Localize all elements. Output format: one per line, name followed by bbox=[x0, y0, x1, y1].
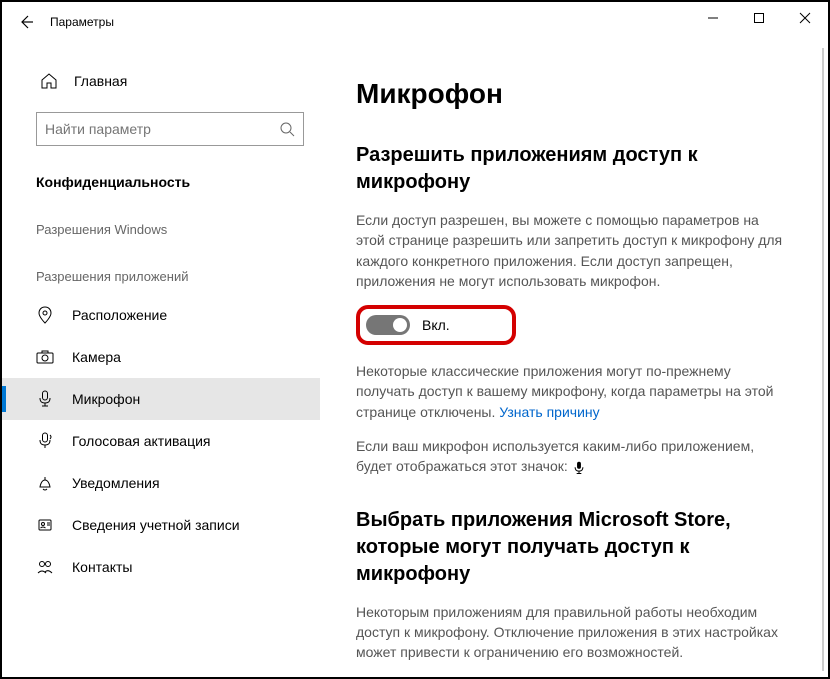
sidebar-item-label: Контакты bbox=[72, 559, 132, 575]
sidebar-item-label: Расположение bbox=[72, 307, 167, 323]
section-choose-apps-title: Выбрать приложения Microsoft Store, кото… bbox=[356, 507, 798, 588]
sidebar: Главная Конфиденциальность Разрешения Wi… bbox=[2, 42, 320, 677]
nav-home-label: Главная bbox=[74, 73, 127, 89]
window-title: Параметры bbox=[50, 15, 114, 29]
voice-icon bbox=[36, 432, 54, 450]
highlight-annotation: Вкл. bbox=[356, 305, 516, 345]
sidebar-item-label: Микрофон bbox=[72, 391, 140, 407]
search-icon bbox=[279, 121, 295, 137]
sidebar-item-camera[interactable]: Камера bbox=[2, 336, 320, 378]
section-allow-apps-body: Если доступ разрешен, вы можете с помощь… bbox=[356, 210, 786, 291]
microphone-indicator-icon bbox=[572, 461, 586, 475]
sidebar-item-label: Сведения учетной записи bbox=[72, 517, 240, 533]
close-button[interactable] bbox=[782, 2, 828, 34]
camera-icon bbox=[36, 348, 54, 366]
group-windows-permissions: Разрешения Windows bbox=[2, 200, 320, 247]
home-icon bbox=[40, 72, 58, 90]
group-app-permissions: Разрешения приложений bbox=[2, 247, 320, 294]
sidebar-item-location[interactable]: Расположение bbox=[2, 294, 320, 336]
maximize-button[interactable] bbox=[736, 2, 782, 34]
toggle-state-label: Вкл. bbox=[422, 317, 450, 333]
scrollbar[interactable] bbox=[822, 48, 824, 671]
sidebar-item-microphone[interactable]: Микрофон bbox=[2, 378, 320, 420]
sidebar-item-notifications[interactable]: Уведомления bbox=[2, 462, 320, 504]
account-icon bbox=[36, 516, 54, 534]
nav-home[interactable]: Главная bbox=[2, 62, 320, 100]
titlebar: Параметры bbox=[2, 2, 828, 42]
learn-why-link[interactable]: Узнать причину bbox=[499, 404, 599, 420]
location-icon bbox=[36, 306, 54, 324]
arrow-left-icon bbox=[18, 14, 34, 30]
allow-apps-toggle[interactable] bbox=[366, 315, 410, 335]
window-controls bbox=[690, 2, 828, 34]
sidebar-item-account[interactable]: Сведения учетной записи bbox=[2, 504, 320, 546]
microphone-icon bbox=[36, 390, 54, 408]
page-title: Микрофон bbox=[356, 78, 798, 110]
section-allow-apps-title: Разрешить приложениям доступ к микрофону bbox=[356, 142, 798, 196]
minimize-button[interactable] bbox=[690, 2, 736, 34]
search-field[interactable] bbox=[45, 121, 279, 137]
sidebar-item-label: Голосовая активация bbox=[72, 433, 211, 449]
bell-icon bbox=[36, 474, 54, 492]
sidebar-item-label: Уведомления bbox=[72, 475, 160, 491]
section-choose-apps-body: Некоторым приложениям для правильной раб… bbox=[356, 602, 786, 663]
sidebar-item-voice[interactable]: Голосовая активация bbox=[2, 420, 320, 462]
in-use-note: Если ваш микрофон используется каким-либ… bbox=[356, 436, 786, 477]
search-input[interactable] bbox=[36, 112, 304, 146]
desktop-apps-note: Некоторые классические приложения могут … bbox=[356, 361, 786, 422]
sidebar-item-label: Камера bbox=[72, 349, 121, 365]
contacts-icon bbox=[36, 558, 54, 576]
main-content: Микрофон Разрешить приложениям доступ к … bbox=[320, 42, 828, 677]
back-button[interactable] bbox=[10, 6, 42, 38]
sidebar-item-contacts[interactable]: Контакты bbox=[2, 546, 320, 588]
category-title: Конфиденциальность bbox=[2, 164, 320, 200]
